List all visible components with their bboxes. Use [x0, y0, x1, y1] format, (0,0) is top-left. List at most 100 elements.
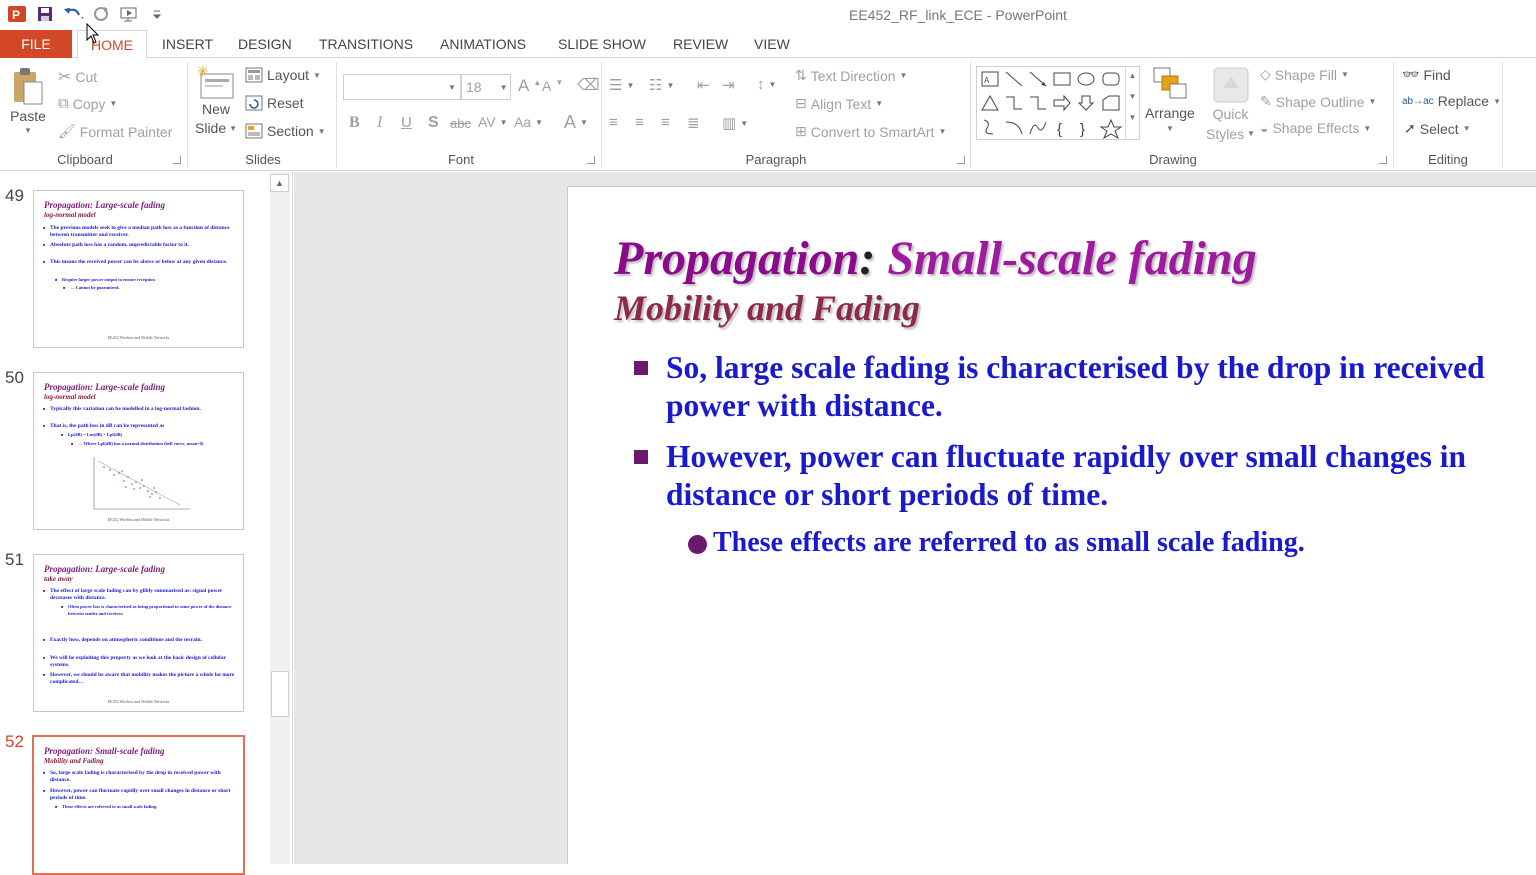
gallery-scroll[interactable]: ▲ ▼ ▼ [1125, 67, 1139, 139]
paragraph-group-label: Paragraph [745, 152, 807, 167]
text-direction-button[interactable]: ⇅ Text Direction ▼ [795, 67, 907, 84]
bullets-button[interactable]: ☰ ▼ [609, 76, 634, 94]
square-bullet-icon [634, 450, 648, 464]
slide-subtitle[interactable]: Mobility and Fading [614, 287, 920, 329]
replace-button[interactable]: ab→ac Replace ▼ [1402, 93, 1501, 109]
slide-thumbnail-50[interactable]: Propagation: Large-scale fading log-norm… [33, 372, 244, 530]
arrange-button[interactable]: Arrange ▼ [1145, 66, 1195, 133]
layout-button[interactable]: Layout ▼ [245, 67, 321, 83]
increase-indent-icon[interactable]: ⇥ [722, 76, 735, 94]
shape-outline-button[interactable]: ✎ Shape Outline ▼ [1260, 93, 1376, 110]
bold-button[interactable]: B [349, 114, 360, 132]
title-part-2: Small-scale fading [875, 232, 1257, 285]
thumbnail-scrollbar[interactable] [270, 172, 290, 864]
shrink-font-icon: A [542, 78, 552, 94]
align-center-icon[interactable]: ≡ [635, 114, 644, 131]
font-launcher-icon[interactable] [587, 156, 595, 164]
slide-number: 52 [5, 732, 24, 751]
thumb-sub-bullet: Lp(dB) = Lm(dB) + Lpl(dB) [61, 432, 238, 439]
new-slide-label-1: New [202, 101, 231, 117]
thumb-footer: EE452 Wireless and Mobile Networks [107, 335, 170, 340]
align-right-icon[interactable]: ≡ [661, 114, 670, 131]
scroll-thumb[interactable] [271, 671, 289, 717]
drawing-launcher-icon[interactable] [1379, 156, 1387, 164]
underline-button[interactable]: U [401, 114, 412, 131]
shape-effects-button[interactable]: ◒ Shape Effects ▼ [1260, 120, 1371, 136]
thumb-bullet: That is, the path loss in dB can be repr… [43, 423, 235, 430]
tab-insert[interactable]: INSERT [162, 30, 213, 58]
slide-thumbnail-49[interactable]: Propagation: Large-scale fading log-norm… [33, 190, 244, 348]
tab-review[interactable]: REVIEW [673, 30, 728, 58]
font-size-combo[interactable]: 18 ▼ [461, 74, 511, 100]
convert-smartart-button[interactable]: ⊞ Convert to SmartArt ▼ [795, 123, 946, 140]
find-button[interactable]: 👓 Find [1402, 66, 1451, 83]
align-text-icon: ⊟ [795, 95, 807, 111]
change-case-button[interactable]: Aa ▼ [514, 114, 543, 130]
slide-sub-bullet[interactable]: These effects are referred to as small s… [688, 527, 1305, 559]
convert-smartart-label: Convert to SmartArt [810, 123, 935, 140]
tab-view[interactable]: VIEW [754, 30, 790, 58]
cut-button[interactable]: ✂ Cut [58, 67, 97, 87]
slide-title[interactable]: Propagation: Small-scale fading [614, 231, 1257, 286]
paste-button[interactable]: Paste ▼ [10, 66, 46, 135]
thumb-subtitle: take away [44, 575, 73, 583]
character-spacing-button[interactable]: AV ▼ [478, 114, 508, 130]
slide-thumbnail-51[interactable]: Propagation: Large-scale fading take awa… [33, 554, 244, 712]
thumb-bullet: The effect of large scale fading can by … [43, 588, 235, 601]
title-bar: P EE452_RF_link_ECE - PowerPoint [0, 0, 1536, 30]
slide-bullet[interactable]: So, large scale fading is characterised … [634, 349, 1536, 425]
font-family-combo[interactable]: ▼ [343, 74, 461, 100]
layout-icon [245, 67, 263, 83]
shapes-gallery[interactable]: A { } ▲ ▼ ▼ [976, 66, 1140, 140]
line-spacing-button[interactable]: ↕ ▼ [757, 76, 776, 93]
select-button[interactable]: ➚ Select ▼ [1404, 120, 1471, 137]
character-spacing-icon: AV [478, 114, 496, 130]
paragraph-launcher-icon[interactable] [957, 156, 965, 164]
format-painter-button[interactable]: 🖌 Format Painter [58, 123, 172, 140]
section-button[interactable]: Section ▼ [245, 123, 326, 139]
thumb-sub-bullet: These effects are referred to as small s… [55, 804, 232, 811]
italic-button[interactable]: I [377, 114, 382, 132]
text-shadow-button[interactable]: S [428, 114, 439, 132]
paint-bucket-icon: ◇ [1260, 66, 1271, 82]
clear-formatting-icon[interactable]: ⌫ [577, 75, 600, 95]
shrink-font-button[interactable]: A ▼ [542, 78, 563, 95]
columns-button[interactable]: ▥ ▼ [722, 114, 748, 132]
clipboard-launcher-icon[interactable] [173, 156, 181, 164]
replace-icon: ab→ac [1402, 95, 1434, 107]
divider [336, 62, 337, 168]
slide-thumbnail-52[interactable]: Propagation: Small-scale fading Mobility… [32, 735, 245, 875]
numbering-button[interactable]: ☷ ▼ [649, 76, 674, 94]
font-color-button[interactable]: A ▼ [564, 112, 588, 133]
grow-font-button[interactable]: A ▲ [518, 76, 541, 96]
slide-number: 51 [5, 550, 24, 569]
editing-group-label: Editing [1428, 152, 1468, 167]
reset-icon [245, 95, 263, 111]
decrease-indent-icon[interactable]: ⇤ [697, 76, 710, 94]
chevron-down-icon: ▼ [1165, 124, 1174, 133]
tab-animations[interactable]: ANIMATIONS [440, 30, 526, 58]
copy-button[interactable]: ⧉ Copy ▼ [58, 95, 117, 112]
thumb-footer: EE452 Wireless and Mobile Networks [107, 699, 170, 704]
chevron-down-icon: ▼ [24, 126, 32, 135]
align-left-icon[interactable]: ≡ [609, 114, 618, 131]
align-text-button[interactable]: ⊟ Align Text ▼ [795, 95, 883, 112]
slide-bullet[interactable]: However, power can fluctuate rapidly ove… [634, 438, 1536, 514]
tab-file[interactable]: FILE [0, 30, 72, 58]
reset-button[interactable]: Reset [245, 95, 304, 111]
strikethrough-button[interactable]: abc [450, 116, 471, 131]
tab-design[interactable]: DESIGN [238, 30, 292, 58]
section-label: Section [267, 123, 314, 139]
tab-transitions[interactable]: TRANSITIONS [319, 30, 413, 58]
tab-slide-show[interactable]: SLIDE SHOW [558, 30, 646, 58]
drawing-group-label: Drawing [1149, 152, 1197, 167]
thumb-sub-bullet: → Cannot be guaranteed. [63, 285, 230, 292]
shape-fill-button[interactable]: ◇ Shape Fill ▼ [1260, 66, 1349, 83]
thumb-footer: EE452 Wireless and Mobile Networks [107, 517, 170, 522]
quick-styles-button[interactable]: Quick Styles ▼ [1206, 66, 1255, 144]
justify-icon[interactable]: ≣ [687, 114, 700, 132]
font-size-value: 18 [466, 79, 482, 95]
new-slide-button[interactable]: ✳ New Slide ▼ [195, 64, 237, 138]
slide-canvas[interactable]: Propagation: Small-scale fading Mobility… [567, 186, 1536, 864]
scroll-up-icon[interactable]: ▲ [270, 174, 289, 192]
